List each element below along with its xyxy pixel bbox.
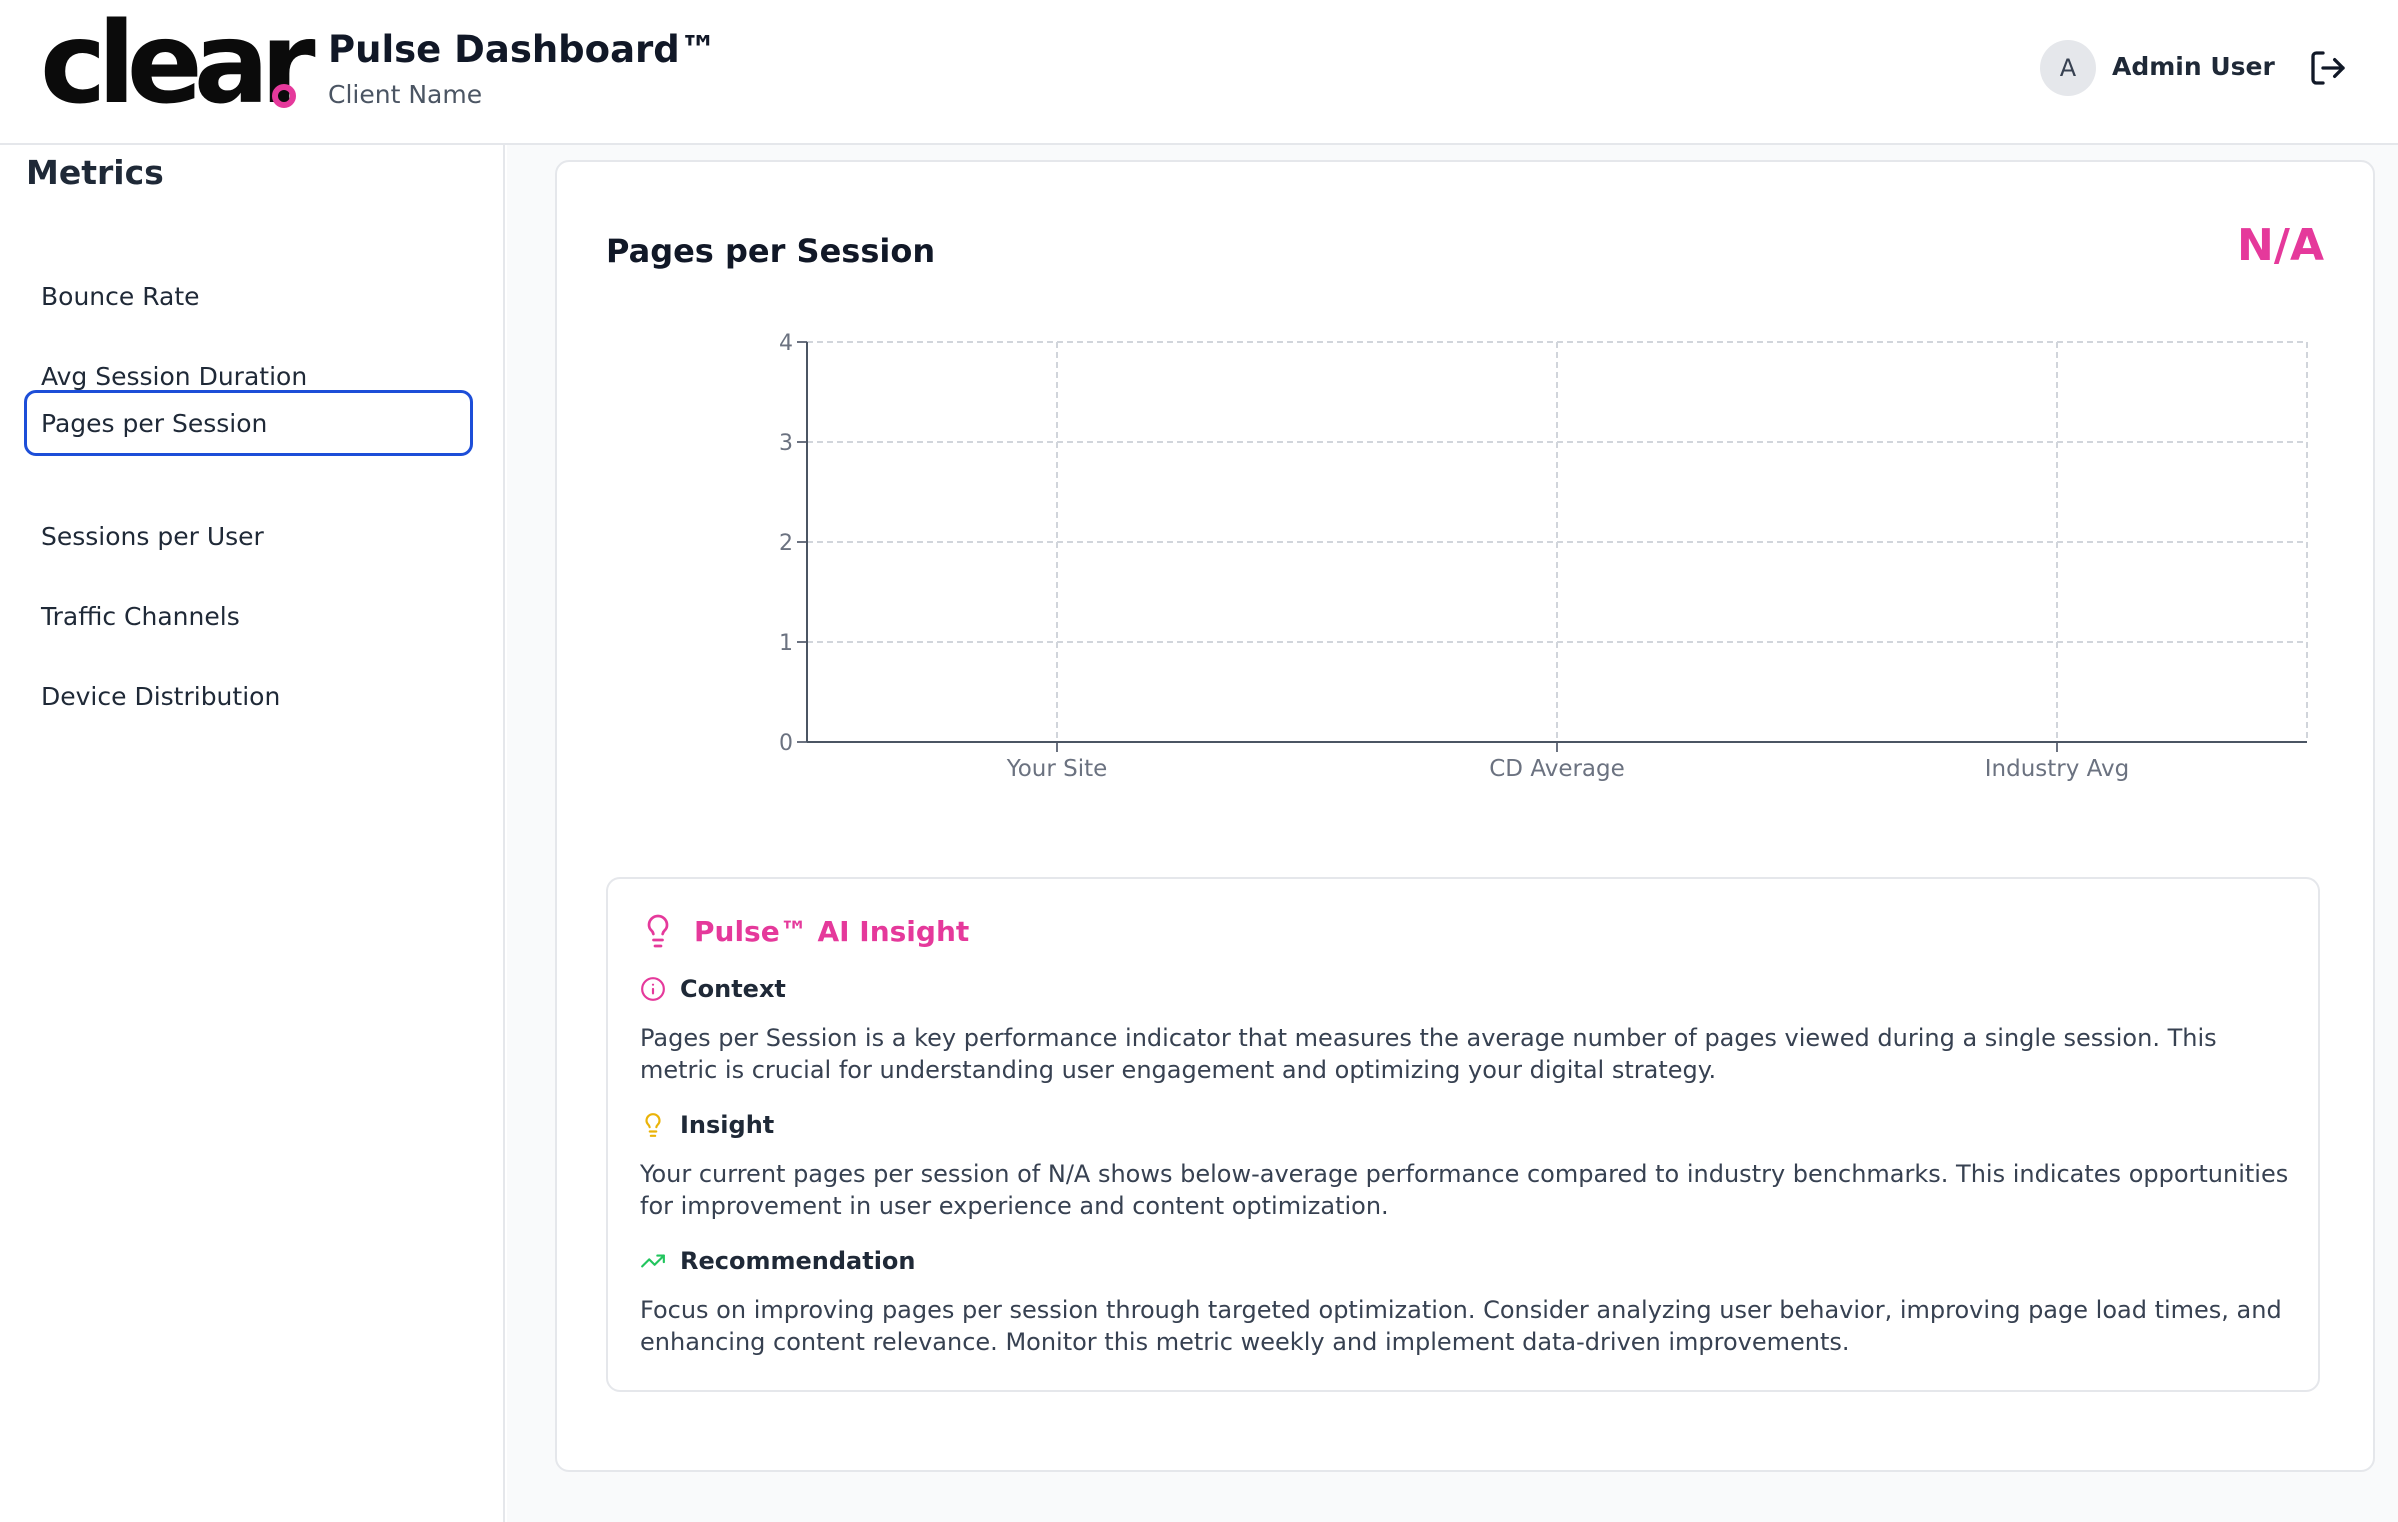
context-title: Context <box>680 975 786 1003</box>
recommendation-heading: Recommendation <box>640 1247 916 1275</box>
context-text: Pages per Session is a key performance i… <box>640 1024 2217 1084</box>
x-tick-label: Industry Avg <box>1985 756 2130 782</box>
sidebar-item-label: Traffic Channels <box>41 601 240 631</box>
y-tick-label: 2 <box>779 531 793 556</box>
insight-title: Pulse™ AI Insight <box>694 914 970 948</box>
y-tick-label: 4 <box>779 331 793 356</box>
metric-card: Pages per Session N/A 0 1 2 3 4 Your Site CD A… <box>555 160 2375 1472</box>
lightbulb-icon <box>640 1112 666 1138</box>
y-tick-label: 0 <box>779 731 793 756</box>
sidebar: Metrics Bounce Rate Avg Session Duration… <box>0 145 505 1522</box>
app-title: Pulse Dashboard™ <box>328 28 717 71</box>
recommendation-title: Recommendation <box>680 1247 916 1275</box>
logout-icon[interactable] <box>2308 48 2348 88</box>
info-circle-icon <box>640 976 666 1002</box>
context-heading: Context <box>640 975 786 1003</box>
sidebar-item-bounce-rate[interactable]: Bounce Rate <box>24 263 473 329</box>
y-tick-label: 3 <box>779 431 793 456</box>
clear-logo[interactable]: clear <box>40 8 316 120</box>
logo-wordmark: clear <box>40 0 316 129</box>
sidebar-item-device-distribution[interactable]: Device Distribution <box>24 663 473 729</box>
y-tick-label: 1 <box>779 631 793 656</box>
recommendation-text: Focus on improving pages per session thr… <box>640 1296 2282 1356</box>
user-name[interactable]: Admin User <box>2112 52 2275 81</box>
insight-heading: Insight <box>640 1111 774 1139</box>
metric-value: N/A <box>2237 220 2324 271</box>
insight-text: Your current pages per session of N/A sh… <box>640 1160 2289 1220</box>
sidebar-item-label: Sessions per User <box>41 521 264 551</box>
sidebar-item-label: Pages per Session <box>41 408 268 438</box>
client-name: Client Name <box>328 80 483 109</box>
top-header: clear Pulse Dashboard™ Client Name A Adm… <box>0 0 2398 145</box>
sidebar-item-pages-per-session[interactable]: Pages per Session <box>24 390 473 456</box>
sidebar-item-traffic-channels[interactable]: Traffic Channels <box>24 583 473 649</box>
sidebar-item-label: Bounce Rate <box>41 281 200 311</box>
bar-chart: 0 1 2 3 4 Your Site CD Average Industry Avg <box>779 331 2308 782</box>
insight-section-title: Insight <box>680 1111 775 1139</box>
avatar[interactable]: A <box>2040 40 2096 96</box>
metric-title: Pages per Session <box>606 232 936 270</box>
sidebar-title: Metrics <box>26 153 164 192</box>
sidebar-item-sessions-per-user[interactable]: Sessions per User <box>24 503 473 569</box>
x-tick-label: CD Average <box>1489 756 1625 782</box>
x-tick-label: Your Site <box>1006 756 1108 782</box>
trending-up-icon <box>640 1248 666 1274</box>
ai-insight-panel: Pulse™ AI Insight Context Pages per Sess… <box>606 877 2320 1392</box>
logo-dot <box>272 84 296 108</box>
main-content: Pages per Session N/A 0 1 2 3 4 Your Site CD A… <box>507 145 2398 1522</box>
insight-header: Pulse™ AI Insight <box>640 911 969 951</box>
sidebar-item-label: Avg Session Duration <box>41 361 308 391</box>
sidebar-item-label: Device Distribution <box>41 681 281 711</box>
lightbulb-icon <box>640 911 676 951</box>
